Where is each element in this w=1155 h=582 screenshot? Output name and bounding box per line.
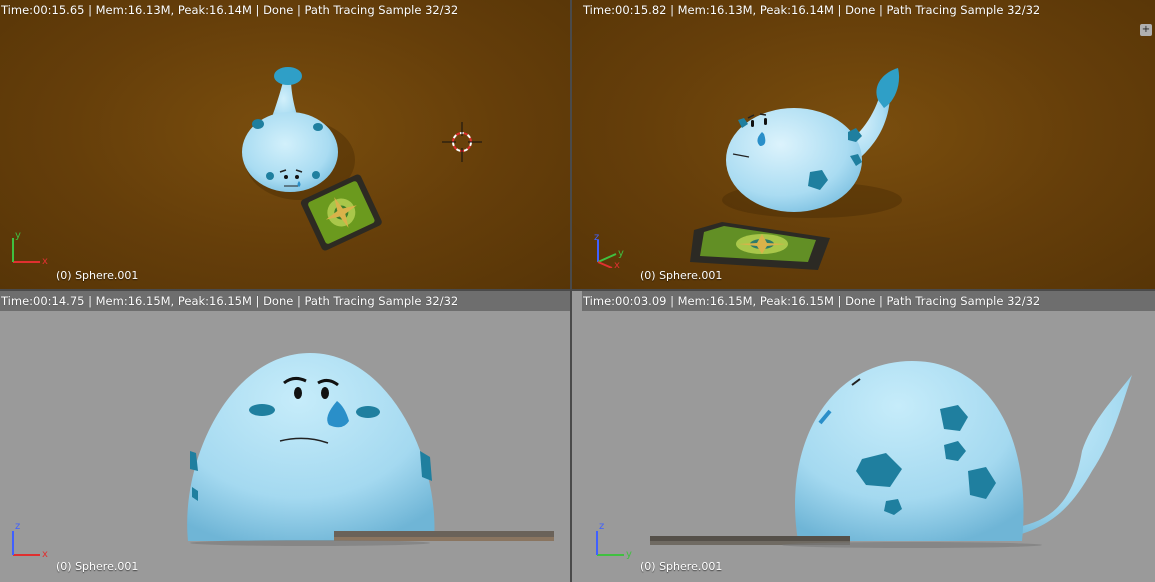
object-label: (0) Sphere.001	[56, 269, 139, 282]
svg-text:x: x	[614, 260, 620, 268]
svg-text:y: y	[15, 230, 21, 241]
spot	[266, 172, 274, 180]
axis-gizmo-icon: z x	[12, 521, 48, 560]
viewport-divider-horizontal[interactable]	[0, 289, 1155, 291]
svg-text:z: z	[594, 232, 599, 243]
tail-fin	[274, 67, 302, 85]
render-scene-side-view	[650, 361, 1132, 548]
render-status-header: Time:00:15.82 | Mem:16.13M, Peak:16.14M …	[583, 3, 1041, 17]
svg-text:x: x	[42, 256, 48, 267]
card-edge	[650, 536, 850, 541]
render-scene-top-view	[242, 67, 482, 251]
eye	[294, 387, 302, 399]
eye	[764, 118, 767, 125]
viewport-top-right[interactable]: Time:00:15.82 | Mem:16.13M, Peak:16.14M …	[572, 0, 1155, 289]
viewport-bottom-right[interactable]: Time:00:03.09 | Mem:16.15M, Peak:16.15M …	[572, 291, 1155, 582]
viewport-bottom-left[interactable]: Time:00:14.75 | Mem:16.15M, Peak:16.15M …	[0, 291, 570, 582]
render-status-header: Time:00:15.65 | Mem:16.13M, Peak:16.14M …	[1, 3, 459, 17]
svg-text:z: z	[599, 521, 604, 532]
eye	[295, 175, 299, 179]
card	[690, 222, 830, 270]
spot	[312, 171, 320, 179]
tail-fin	[876, 68, 900, 108]
svg-text:y: y	[626, 549, 632, 560]
quad-viewport: Time:00:15.65 | Mem:16.13M, Peak:16.14M …	[0, 0, 1155, 582]
axis-gizmo-icon: y x	[12, 230, 48, 267]
card-edge	[334, 531, 554, 537]
slime-body	[795, 361, 1024, 541]
slime-body	[187, 353, 435, 541]
svg-text:z: z	[15, 521, 20, 532]
viewport-divider-vertical[interactable]	[570, 0, 572, 582]
object-label: (0) Sphere.001	[640, 269, 723, 282]
spot	[252, 119, 264, 129]
spot	[313, 123, 323, 131]
render-scene-perspective	[690, 68, 902, 270]
render-scene-front-view	[187, 353, 554, 546]
object-label: (0) Sphere.001	[56, 560, 139, 573]
axis-gizmo-icon: z y x	[594, 232, 624, 268]
eye	[321, 387, 329, 399]
shadow	[782, 542, 1042, 548]
spot	[190, 451, 198, 471]
eye	[284, 175, 288, 179]
viewport-split-corner-icon[interactable]: +	[1140, 24, 1152, 36]
shadow	[190, 540, 430, 546]
spot	[249, 404, 275, 416]
eye	[751, 120, 754, 127]
object-label: (0) Sphere.001	[640, 560, 723, 573]
3d-cursor-icon	[442, 122, 482, 162]
spot	[356, 406, 380, 418]
svg-text:y: y	[618, 248, 624, 259]
svg-text:x: x	[42, 549, 48, 560]
viewport-top-left[interactable]: Time:00:15.65 | Mem:16.13M, Peak:16.14M …	[0, 0, 570, 289]
axis-gizmo-icon: z y	[596, 521, 632, 560]
